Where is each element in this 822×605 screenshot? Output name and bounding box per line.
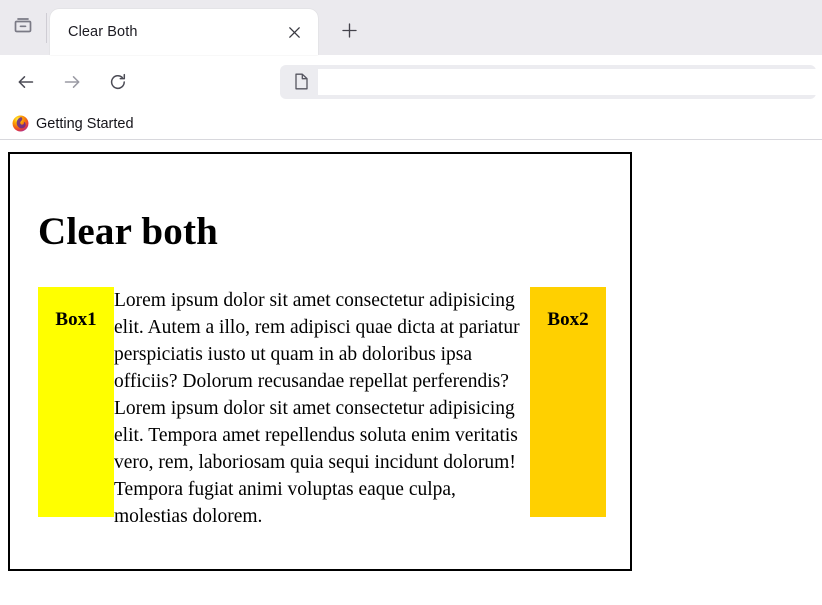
bookmarks-toolbar: Getting Started	[0, 108, 822, 140]
plus-icon	[341, 20, 358, 44]
tab-title: Clear Both	[68, 24, 138, 40]
firefox-logo-icon	[12, 115, 29, 132]
browser-window: Clear Both Getting Started Clear both Bo…	[0, 0, 822, 605]
urlbar-container	[144, 64, 816, 99]
reload-icon	[108, 72, 128, 92]
page-title: Clear both	[38, 210, 219, 253]
tab-box-icon	[12, 14, 34, 41]
close-icon[interactable]	[280, 18, 308, 46]
url-input[interactable]	[318, 68, 816, 95]
bookmark-getting-started[interactable]: Getting Started	[6, 111, 142, 137]
arrow-left-icon	[16, 72, 36, 92]
content-area: Box1 Box2 Lorem ipsum dolor sit amet con…	[38, 287, 606, 530]
box1: Box1	[38, 287, 114, 517]
address-bar[interactable]	[280, 64, 816, 99]
forward-button[interactable]	[52, 63, 92, 101]
box2: Box2	[530, 287, 606, 517]
page-viewport: Clear both Box1 Box2 Lorem ipsum dolor s…	[0, 141, 822, 605]
list-all-tabs-button[interactable]	[0, 0, 46, 55]
tabstrip-divider	[46, 12, 47, 43]
back-button[interactable]	[6, 63, 46, 101]
bookmark-label: Getting Started	[36, 115, 134, 132]
document-icon	[290, 71, 312, 93]
tab-clear-both[interactable]: Clear Both	[50, 9, 318, 55]
arrow-right-icon	[62, 72, 82, 92]
new-tab-button[interactable]	[332, 15, 366, 49]
reload-button[interactable]	[98, 63, 138, 101]
tab-strip: Clear Both	[0, 0, 822, 55]
page-container: Clear both Box1 Box2 Lorem ipsum dolor s…	[8, 152, 632, 571]
lorem-paragraph: Lorem ipsum dolor sit amet consectetur a…	[114, 290, 520, 527]
navigation-toolbar	[0, 55, 822, 108]
